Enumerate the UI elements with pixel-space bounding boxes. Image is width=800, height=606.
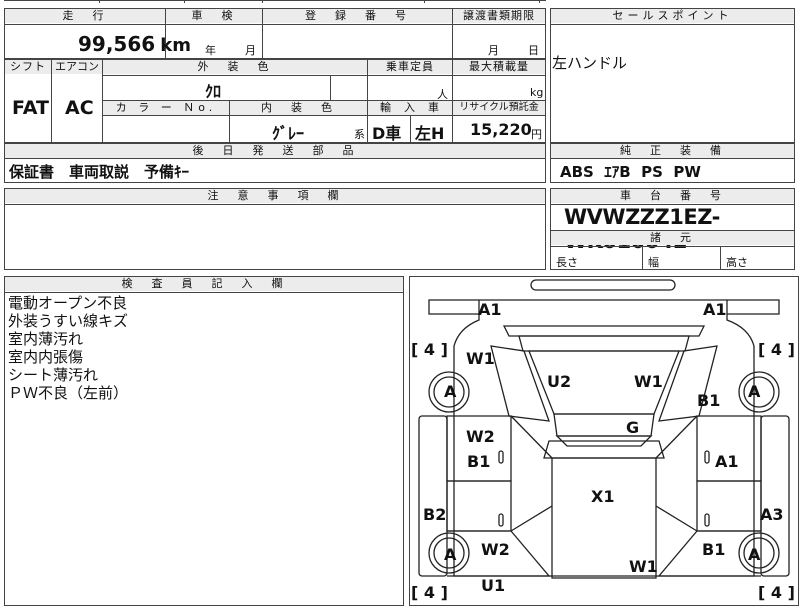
ac-label: エアコン [52, 60, 102, 74]
sales-point-label: セールスポイント [551, 9, 794, 23]
mileage-label: 走 行 [5, 9, 165, 23]
import-d-value: D車 [372, 124, 402, 143]
inspection-label: 車 検 [166, 9, 262, 23]
tire-mark-rear-right: A [748, 545, 761, 564]
mark-w2-left-rear: W2 [481, 540, 510, 559]
mark-front-left: A1 [478, 300, 502, 319]
interior-color-value: ｸﾞﾚｰ [272, 124, 305, 143]
right-front-door-shape [696, 415, 762, 482]
recycle-value: 15,220 [470, 120, 532, 139]
left-mirror-shape [428, 299, 479, 315]
mark-front-right: A1 [703, 300, 727, 319]
mark-g-roof: G [626, 418, 640, 437]
mark-b1-right-rear: B1 [702, 540, 726, 559]
sent-later-label: 後 日 発 送 部 品 [5, 144, 545, 158]
roof-front-shape [543, 440, 665, 459]
tire-tread-rear-left: [ 4 ] [411, 583, 448, 602]
inspector-note: 外装うすい線キズ [8, 312, 129, 330]
capacity-label: 乗車定員 [368, 60, 452, 74]
height-label: 高さ [726, 256, 748, 269]
left-rear-door-shape [446, 480, 512, 532]
width-label: 幅 [648, 256, 659, 269]
import-label: 輸 入 車 [368, 101, 452, 115]
ac-value: AC [65, 97, 94, 119]
inspector-label: 検 査 員 記 入 欄 [5, 277, 403, 291]
load-unit: kg [530, 86, 544, 99]
door-handle-shape [498, 513, 504, 527]
import-steer-value: 左H [415, 124, 445, 143]
mark-w1-left: W1 [466, 349, 495, 368]
chassis-label: 車 台 番 号 [551, 189, 794, 203]
mark-w2-left: W2 [466, 427, 495, 446]
transfer-month: 月 [488, 44, 499, 57]
mark-w1-rear: W1 [629, 557, 658, 576]
mark-u2: U2 [547, 372, 572, 391]
front-bumper-shape [530, 279, 676, 291]
interior-color-label: 内 装 色 [230, 101, 367, 115]
color-no-label: カ ラ ー Ｎo. [103, 101, 229, 115]
max-load-label: 最大積載量 [453, 60, 545, 74]
shift-value: FAT [12, 97, 49, 119]
interior-suffix: 系 [354, 128, 365, 141]
tire-tread-front-right: [ 4 ] [758, 340, 795, 359]
transfer-deadline-label: 譲渡書類期限 [453, 9, 545, 23]
tire-tread-front-left: [ 4 ] [411, 340, 448, 359]
mileage-value: 99,566 km [78, 32, 192, 56]
tire-tread-rear-right: [ 4 ] [758, 583, 795, 602]
mark-a1-right-door: A1 [715, 452, 739, 471]
left-front-door-shape [446, 415, 512, 482]
right-pillars-shape [655, 415, 698, 532]
mark-b1-right-front: B1 [697, 391, 721, 410]
right-side-skirt-shape [760, 415, 790, 577]
exterior-color-value: ｸﾛ [205, 82, 222, 101]
sent-later-value: 保証書 車両取説 予備ｷｰ [9, 163, 190, 181]
mark-w1-windshield: W1 [634, 372, 663, 391]
inspector-note: ＰＷ不良（左前） [8, 384, 129, 402]
mileage-unit: km [160, 35, 192, 56]
left-side-skirt-shape [418, 415, 448, 577]
dims-label: 諸 元 [551, 231, 794, 245]
hood-inner-shape [518, 335, 690, 352]
inspection-month: 月 [245, 44, 256, 57]
mark-u1: U1 [481, 576, 506, 595]
tire-mark-front-right: A [748, 382, 761, 401]
right-rear-door-shape [696, 480, 762, 532]
mark-a3-right: A3 [760, 505, 784, 524]
left-a-pillar-shape [490, 345, 550, 422]
door-handle-shape [498, 450, 504, 464]
inspector-note: 電動オープン不良 [8, 294, 128, 312]
equipment-label: 純 正 装 備 [551, 144, 794, 158]
body-outline-shape [453, 299, 755, 577]
equipment-value: ABS ｴｱB PS PW [560, 163, 701, 181]
registration-label: 登 録 番 号 [263, 9, 452, 23]
capacity-unit: 人 [437, 88, 448, 101]
sales-point-value: 左ハンドル [552, 54, 628, 72]
hood-shape [502, 325, 706, 337]
door-handle-shape [704, 513, 710, 527]
inspector-notes: 電動オープン不良 外装うすい線キズ 室内薄汚れ 室内内張傷 シート薄汚れ ＰＷ不… [8, 294, 128, 402]
inspector-note: 室内内張傷 [8, 348, 84, 366]
exterior-color-label: 外 装 色 [103, 60, 367, 74]
transfer-day: 日 [528, 44, 539, 57]
caution-label: 注 意 事 項 欄 [5, 189, 545, 203]
right-mirror-shape [727, 299, 780, 315]
inspector-note: シート薄汚れ [8, 366, 99, 384]
left-pillars-shape [510, 415, 553, 532]
tire-mark-front-left: A [444, 382, 457, 401]
sales-point-frame [550, 8, 795, 143]
inspector-note: 室内薄汚れ [8, 330, 84, 348]
tire-mark-rear-left: A [444, 545, 457, 564]
mark-b1-left-door: B1 [467, 452, 491, 471]
inspection-year: 年 [205, 44, 216, 57]
shift-label: シフト [5, 60, 51, 74]
mark-b2-left: B2 [423, 505, 447, 524]
length-label: 長さ [556, 256, 578, 269]
door-handle-shape [704, 450, 710, 464]
recycle-label: リサイクル預託金 [453, 101, 545, 115]
mark-x1-center: X1 [591, 487, 615, 506]
recycle-unit: 円 [531, 128, 542, 141]
